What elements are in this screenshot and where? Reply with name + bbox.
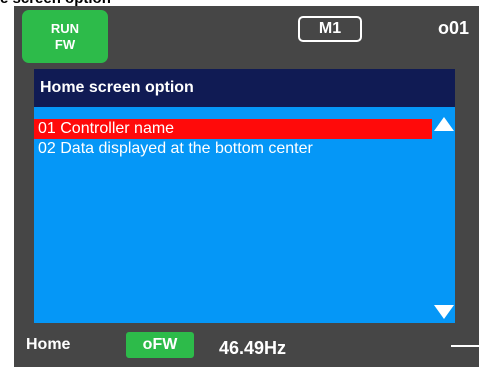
status-divider bbox=[451, 345, 479, 347]
scroll-up-arrow-icon[interactable] bbox=[434, 117, 454, 131]
run-status-line2: FW bbox=[54, 36, 76, 52]
option-item-bottom-center-data[interactable]: 02 Data displayed at the bottom center bbox=[34, 139, 432, 159]
mode-indicator: M1 bbox=[298, 16, 362, 42]
status-screen-name: Home bbox=[26, 336, 71, 353]
run-status-badge: RUN FW bbox=[22, 10, 108, 63]
panel-title: Home screen option bbox=[34, 69, 455, 107]
controller-screen: RUN FW M1 o01 Home screen option 01 Cont… bbox=[14, 6, 479, 367]
status-direction-badge: oFW bbox=[126, 332, 194, 358]
scroll-down-arrow-icon[interactable] bbox=[434, 305, 454, 319]
parameter-code: o01 bbox=[437, 18, 469, 38]
status-frequency: 46.49Hz bbox=[219, 338, 287, 358]
option-list: 01 Controller name 02 Data displayed at … bbox=[34, 119, 432, 159]
run-status-line1: RUN bbox=[50, 20, 80, 36]
option-panel: Home screen option 01 Controller name 02… bbox=[34, 69, 455, 323]
option-item-controller-name[interactable]: 01 Controller name bbox=[34, 119, 432, 139]
scrollbar[interactable] bbox=[432, 107, 455, 323]
